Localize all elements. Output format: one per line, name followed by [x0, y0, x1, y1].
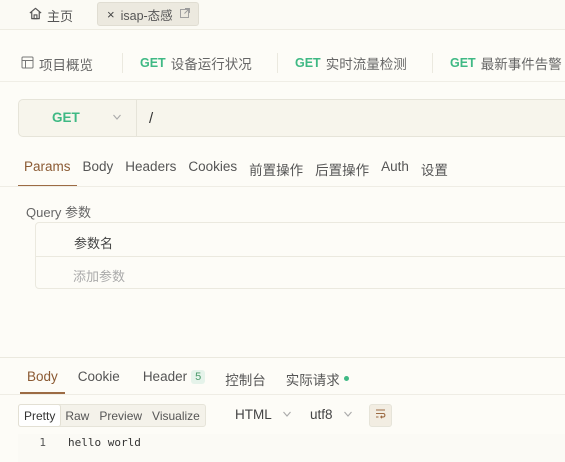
view-mode-pretty[interactable]: Pretty [19, 405, 61, 426]
top-tab-bar: 主页 × isap-态感 [0, 0, 565, 30]
endpoint-name: 设备运行状况 [170, 57, 252, 72]
response-tab-body-label: Body [27, 369, 58, 384]
document-tab[interactable]: × isap-态感 [97, 2, 199, 26]
response-tab-header-label: Header [142, 369, 188, 384]
view-mode-preview[interactable]: Preview [94, 405, 147, 426]
endpoint-tab[interactable]: GET 设备运行状况 [140, 54, 252, 72]
endpoint-name: 最新事件告警 [480, 57, 562, 72]
param-name-column-header: 参数名 [74, 236, 114, 251]
chevron-down-icon [282, 407, 292, 422]
endpoint-method: GET [450, 56, 476, 70]
code-text: hello world [68, 436, 141, 449]
response-tabs: Body Cookie Header 5 控制台 实际请求 [20, 362, 356, 394]
tab-post-request[interactable]: 后置操作 [309, 155, 375, 187]
header-count-badge: 5 [191, 370, 206, 384]
tab-params[interactable]: Params [18, 155, 77, 187]
table-header: 参数名 [36, 223, 565, 257]
endpoint-method: GET [140, 56, 166, 70]
view-mode-visualize[interactable]: Visualize [147, 405, 205, 426]
api-client-window: 主页 × isap-态感 项目概览 GET 设备运行状况 GET 实时流量检测 [0, 0, 565, 462]
url-input[interactable] [147, 108, 547, 128]
endpoint-name: 实时流量检测 [325, 57, 407, 72]
response-tab-header[interactable]: Header 5 [136, 362, 212, 394]
divider [0, 394, 565, 395]
chevron-down-icon [343, 407, 353, 422]
format-value: HTML [235, 407, 272, 422]
home-tab[interactable]: 主页 [28, 6, 73, 24]
divider [0, 357, 565, 358]
request-tabs: Params Body Headers Cookies 前置操作 后置操作 Au… [18, 155, 454, 187]
endpoint-strip: 项目概览 GET 设备运行状况 GET 实时流量检测 GET 最新事件告警 [0, 44, 565, 82]
view-mode-segmented-control: Pretty Raw Preview Visualize [18, 404, 206, 427]
encoding-select[interactable]: utf8 [310, 407, 353, 422]
home-tab-label: 主页 [47, 8, 74, 24]
response-tab-body[interactable]: Body [20, 362, 65, 394]
document-tab-label: isap-态感 [120, 8, 173, 23]
divider [277, 53, 278, 73]
query-params-title: Query 参数 [26, 205, 92, 220]
tab-body[interactable]: Body [77, 155, 120, 187]
format-select[interactable]: HTML [235, 407, 292, 422]
tab-headers[interactable]: Headers [119, 155, 182, 187]
project-overview-tab[interactable]: 项目概览 [21, 54, 93, 74]
response-tab-actual-request-label: 实际请求 [285, 373, 340, 388]
home-icon [28, 6, 43, 24]
endpoint-tab[interactable]: GET 最新事件告警 [450, 54, 562, 72]
word-wrap-icon [374, 407, 387, 425]
project-overview-label: 项目概览 [39, 58, 93, 73]
endpoint-tab[interactable]: GET 实时流量检测 [295, 54, 407, 72]
tab-auth[interactable]: Auth [375, 155, 415, 187]
response-body-viewer[interactable]: 1 hello world [18, 434, 565, 462]
add-param-input[interactable]: 添加参数 [73, 266, 125, 285]
response-tab-cookie-label: Cookie [77, 369, 120, 384]
divider [122, 53, 123, 73]
endpoint-method: GET [295, 56, 321, 70]
overview-icon [21, 56, 34, 72]
tab-pre-request[interactable]: 前置操作 [243, 155, 309, 187]
method-value: GET [52, 110, 80, 125]
tab-settings[interactable]: 设置 [415, 155, 454, 187]
external-link-icon[interactable] [179, 7, 190, 21]
status-dot-icon [343, 376, 349, 381]
encoding-value: utf8 [310, 407, 333, 422]
response-tab-cookie[interactable]: Cookie [71, 362, 127, 394]
response-tab-console-label: 控制台 [225, 373, 266, 388]
divider [0, 186, 565, 187]
request-url-bar: GET [18, 99, 565, 137]
word-wrap-button[interactable] [369, 404, 392, 427]
close-icon[interactable]: × [107, 8, 115, 21]
line-number: 1 [39, 436, 46, 449]
code-line: 1 hello world [18, 436, 141, 449]
method-select[interactable]: GET [19, 100, 137, 136]
tab-cookies[interactable]: Cookies [182, 155, 243, 187]
view-mode-raw[interactable]: Raw [60, 405, 94, 426]
response-tab-console[interactable]: 控制台 [218, 362, 273, 394]
query-params-table: 参数名 添加参数 [35, 222, 565, 289]
response-tab-actual-request[interactable]: 实际请求 [279, 362, 356, 394]
divider [432, 53, 433, 73]
